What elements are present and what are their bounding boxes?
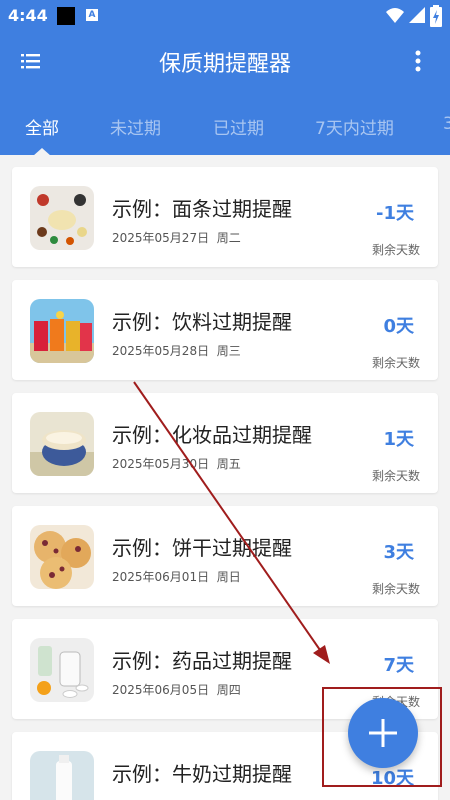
tab-indicator: [33, 148, 51, 155]
item-date: 2025年06月01日 周日: [112, 570, 241, 584]
remaining-days-value: -1天: [376, 203, 414, 224]
item-name: 示例：面条过期提醒: [112, 197, 292, 221]
cosmetics-thumbnail: [30, 412, 94, 476]
top-app-bar: 4:44 A 保质期提醒器 全部 未过期 已过期 7天内过期 3: [0, 0, 450, 155]
tab-expire-in-7-days[interactable]: 7天内过期: [315, 114, 394, 139]
drinks-thumbnail: [30, 299, 94, 363]
item-name: 示例：饼干过期提醒: [112, 536, 292, 560]
medicine-thumbnail: [30, 638, 94, 702]
item-name: 示例：药品过期提醒: [112, 649, 292, 673]
list-item[interactable]: 示例：化妆品过期提醒 2025年05月30日 周五 1天 剩余天数: [12, 393, 438, 493]
list-item[interactable]: 示例：面条过期提醒 2025年05月27日 周二 -1天 剩余天数: [12, 167, 438, 267]
remaining-days-label: 剩余天数: [371, 356, 420, 370]
a-badge-icon: A: [86, 9, 98, 21]
remaining-days-value: 1天: [383, 429, 414, 450]
more-vert-icon[interactable]: [408, 48, 428, 74]
tab-all[interactable]: 全部: [25, 114, 59, 139]
item-name: 示例：饮料过期提醒: [112, 310, 292, 334]
tab-not-expired[interactable]: 未过期: [110, 114, 161, 139]
add-reminder-button[interactable]: [348, 698, 418, 768]
item-date: 2025年05月30日 周五: [112, 457, 241, 471]
filter-tabs: 全部 未过期 已过期 7天内过期 3: [0, 100, 450, 155]
cookies-thumbnail: [30, 525, 94, 589]
remaining-days-value: 10天: [370, 768, 414, 789]
list-item[interactable]: 示例：饼干过期提醒 2025年06月01日 周日 3天 剩余天数: [12, 506, 438, 606]
notification-icon: [57, 7, 75, 25]
app-bar: 保质期提醒器: [0, 32, 450, 92]
signal-icon: [409, 7, 425, 23]
tab-expired[interactable]: 已过期: [213, 114, 264, 139]
milk-thumbnail: [30, 751, 94, 800]
status-time: 4:44: [8, 6, 48, 25]
item-name: 示例：化妆品过期提醒: [112, 423, 312, 447]
list-item[interactable]: 示例：饮料过期提醒 2025年05月28日 周三 0天 剩余天数: [12, 280, 438, 380]
item-name: 示例：牛奶过期提醒: [112, 762, 292, 786]
remaining-days-value: 0天: [383, 316, 414, 337]
plus-icon: [369, 719, 397, 747]
noodles-thumbnail: [30, 186, 94, 250]
battery-icon: [430, 5, 442, 27]
remaining-days-label: 剩余天数: [371, 469, 420, 483]
menu-list-icon[interactable]: [20, 50, 42, 72]
status-bar: 4:44 A: [0, 0, 450, 32]
remaining-days-label: 剩余天数: [371, 243, 420, 257]
tab-more[interactable]: 3: [443, 114, 450, 134]
wifi-icon: [386, 8, 404, 23]
remaining-days-label: 剩余天数: [371, 582, 420, 596]
item-date: 2025年06月05日 周四: [112, 683, 241, 697]
page-title: 保质期提醒器: [158, 52, 291, 77]
remaining-days-value: 7天: [383, 655, 414, 676]
remaining-days-value: 3天: [383, 542, 414, 563]
item-date: 2025年05月28日 周三: [112, 344, 241, 358]
item-date: 2025年05月27日 周二: [112, 231, 241, 245]
